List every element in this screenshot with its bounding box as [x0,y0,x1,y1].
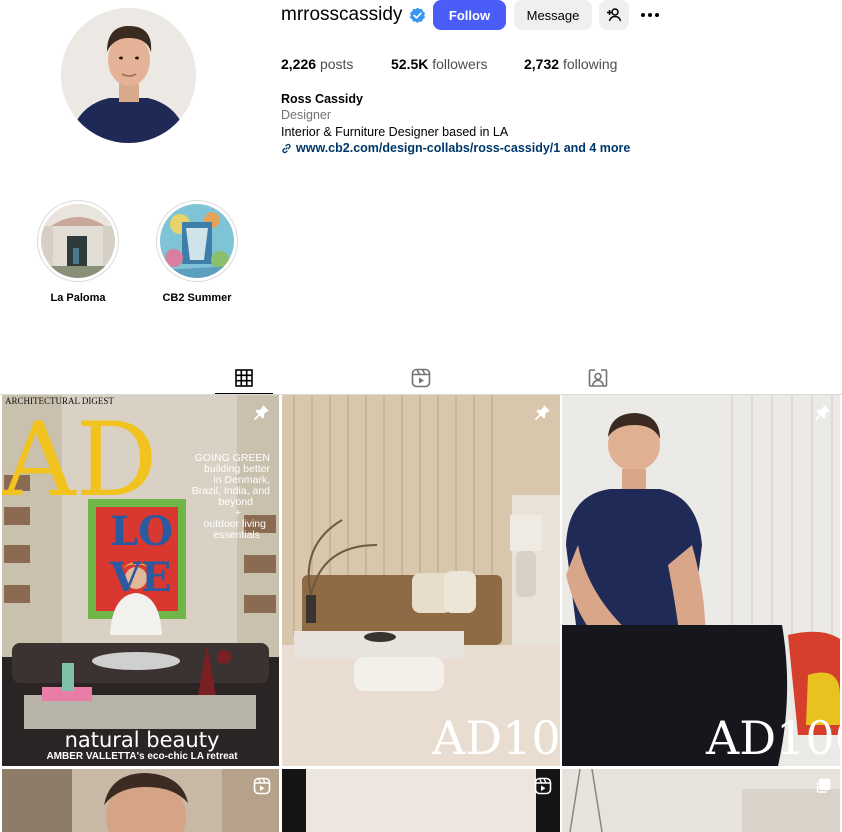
bio-category: Designer [281,108,332,123]
cover-subhead: AMBER VALLETTA's eco-chic LA retreat [46,751,238,762]
followers-stat[interactable]: 52.5K followers [391,56,488,72]
cover-logo: AD [2,401,157,520]
more-options-button[interactable] [638,0,662,30]
highlight-label: La Paloma [50,292,106,304]
grid-icon [235,368,253,387]
post-tile-reel-interior[interactable] [282,769,560,832]
suggest-user-button[interactable] [599,0,629,30]
posts-stat: 2,226 posts [281,56,353,72]
profile-avatar[interactable] [61,8,196,143]
tagged-icon [588,369,608,387]
following-label: following [562,56,618,72]
bio-description: Interior & Furniture Designer based in L… [281,124,509,139]
follow-button[interactable]: Follow [433,0,506,30]
highlight-label: CB2 Summer [162,292,232,304]
more-dot-icon [655,13,659,17]
bio-link-text: www.cb2.com/design-collabs/ross-cassidy/… [296,140,631,155]
post-image: ARCHITECTURAL DIGEST AD GOING GREEN buil… [2,395,279,766]
carousel-icon [816,778,831,793]
post-tile-ad-cover[interactable]: ARCHITECTURAL DIGEST AD GOING GREEN buil… [2,395,279,766]
post-tile-reel-face[interactable] [2,769,279,832]
followers-label: followers [432,56,488,72]
highlight-ring [156,200,238,282]
reel-icon [253,777,271,795]
post-image [282,769,560,832]
bio-link[interactable]: www.cb2.com/design-collabs/ross-cassidy/… [281,140,630,156]
cover-line: essentials [213,529,260,541]
username-row: mrrosscassidy [281,0,426,30]
message-button[interactable]: Message [514,0,592,30]
pin-icon [254,405,269,420]
svg-text:VE: VE [109,554,172,601]
post-image: AD100 [282,395,560,766]
bio-name: Ross Cassidy [281,92,363,106]
post-image [2,769,279,832]
following-count: 2,732 [524,56,560,72]
tab-reels[interactable] [392,362,450,394]
username: mrrosscassidy [281,4,403,25]
posts-label: posts [319,56,354,72]
link-icon [282,143,291,153]
highlight-la-paloma[interactable]: La Paloma [37,200,119,304]
add-person-icon [607,8,622,22]
cover-lines: GOING GREEN building better in Denmark, … [192,452,271,541]
post-tile-portrait[interactable]: AD100 [562,395,840,766]
tab-posts[interactable] [215,362,273,394]
highlight-cb2-summer[interactable]: CB2 Summer [156,200,238,304]
post-overlay-text: AD100 [431,711,560,765]
pin-icon [535,405,550,420]
svg-text:LO: LO [110,508,173,555]
pin-icon [815,405,830,420]
post-image [562,769,840,832]
painting-word: LO VE [109,508,173,601]
reels-icon [411,368,431,388]
profile-bio: Ross Cassidy Designer Interior & Furnitu… [281,91,630,156]
reel-icon [534,777,552,795]
tab-tagged[interactable] [569,362,627,394]
highlight-cover [41,204,115,278]
post-image: AD100 [562,395,840,766]
more-dot-icon [641,13,645,17]
highlight-cover [160,204,234,278]
post-tile-carousel[interactable] [562,769,840,832]
cover-headline: natural beauty [65,728,220,752]
following-stat[interactable]: 2,732 following [524,56,617,72]
verified-badge-icon [410,7,426,23]
more-dot-icon [648,13,652,17]
highlight-ring [37,200,119,282]
followers-count: 52.5K [391,56,429,72]
post-overlay-text: AD100 [705,711,840,765]
posts-count: 2,226 [281,56,317,72]
post-tile-living-room[interactable]: AD100 [282,395,560,766]
